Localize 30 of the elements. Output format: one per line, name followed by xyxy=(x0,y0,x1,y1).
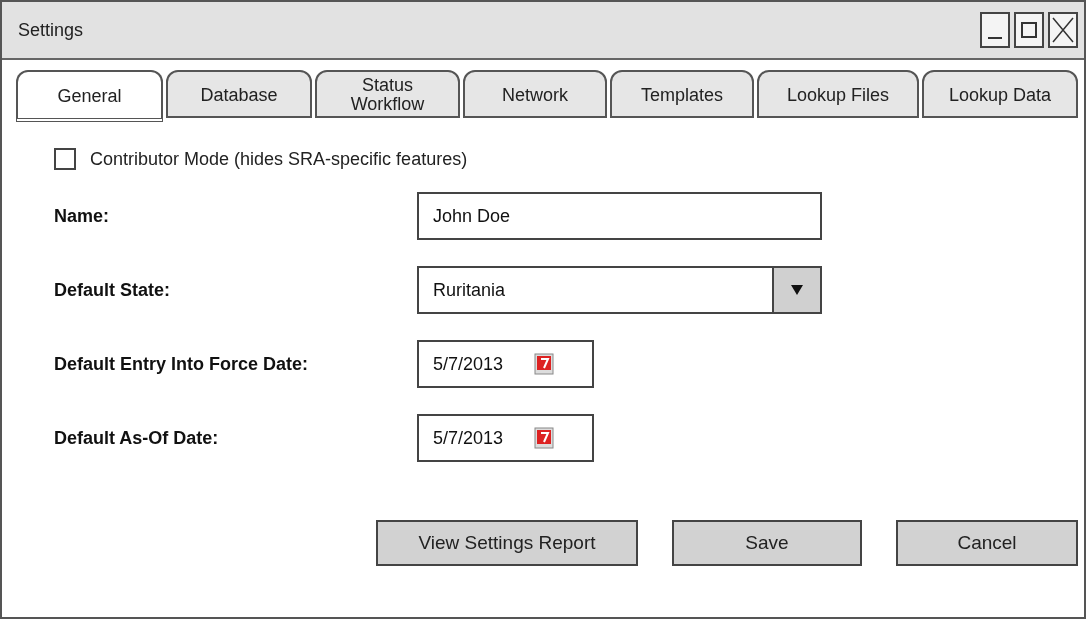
tab[interactable]: Lookup Data xyxy=(922,70,1078,118)
dropdown[interactable]: Ruritania xyxy=(417,266,822,314)
tab[interactable]: Templates xyxy=(610,70,754,118)
window-title: Settings xyxy=(18,19,84,41)
maximize-icon xyxy=(1020,21,1038,39)
field-label: Default Entry Into Force Date: xyxy=(54,353,310,375)
tab[interactable]: Status Workflow xyxy=(315,70,460,118)
tab[interactable]: General xyxy=(16,70,163,122)
dialog-button[interactable]: View Settings Report xyxy=(376,520,638,566)
checkbox-label: Contributor Mode (hides SRA-specific features) xyxy=(90,148,468,170)
tab[interactable]: Database xyxy=(166,70,312,118)
date-field[interactable]: 5/7/2013 xyxy=(417,340,594,388)
close-icon xyxy=(1052,17,1074,43)
field-label: Default State: xyxy=(54,279,171,301)
minimize-button[interactable] xyxy=(980,12,1010,48)
dialog-button[interactable]: Cancel xyxy=(896,520,1078,566)
maximize-button[interactable] xyxy=(1014,12,1044,48)
dialog-button[interactable]: Save xyxy=(672,520,862,566)
tab[interactable]: Lookup Files xyxy=(757,70,919,118)
checkbox[interactable] xyxy=(54,148,76,170)
field-label: Name: xyxy=(54,205,111,227)
tab[interactable]: Network xyxy=(463,70,607,118)
input-field[interactable]: John Doe xyxy=(417,192,822,240)
minimize-icon xyxy=(987,37,1003,39)
calendar-icon[interactable] xyxy=(533,426,556,450)
close-button[interactable] xyxy=(1048,12,1078,48)
dropdown-arrow-icon xyxy=(791,285,803,295)
date-field[interactable]: 5/7/2013 xyxy=(417,414,594,462)
field-label: Default As-Of Date: xyxy=(54,427,220,449)
calendar-icon[interactable] xyxy=(533,352,556,376)
